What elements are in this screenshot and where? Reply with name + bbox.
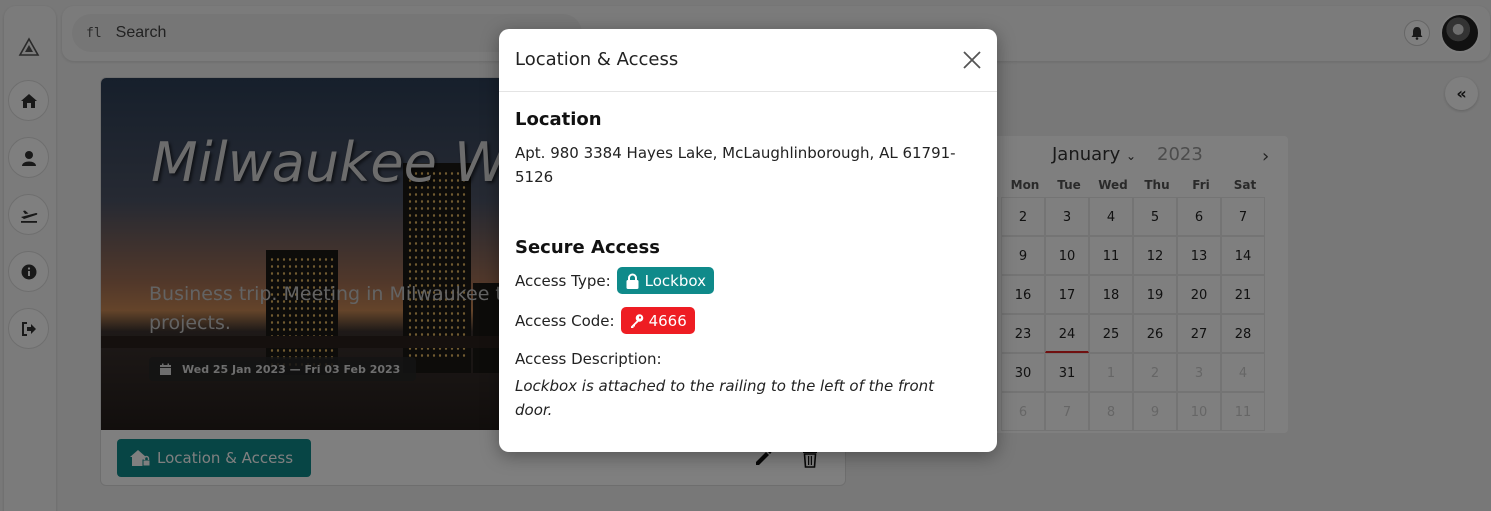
close-icon [963, 51, 981, 69]
access-code-badge: 4666 [620, 307, 695, 334]
lock-icon [626, 273, 639, 289]
access-type-badge: Lockbox [616, 267, 714, 294]
key-icon [630, 313, 643, 328]
location-access-modal: Location & Access Location Apt. 980 3384… [499, 29, 997, 452]
location-address: Apt. 980 3384 Hayes Lake, McLaughlinboro… [515, 144, 956, 186]
access-description-label: Access Description: [515, 350, 662, 368]
close-button[interactable] [961, 49, 983, 71]
access-type-value: Lockbox [644, 271, 706, 290]
access-description: Lockbox is attached to the railing to th… [515, 377, 935, 419]
access-code-value: 4666 [648, 311, 687, 330]
access-code-row: Access Code: 4666 [515, 307, 695, 334]
secure-access-heading: Secure Access [515, 237, 660, 258]
location-heading: Location [515, 109, 602, 130]
modal-title: Location & Access [515, 49, 679, 70]
access-type-label: Access Type: [515, 271, 611, 290]
modal-header: Location & Access [499, 29, 997, 92]
access-type-row: Access Type: Lockbox [515, 267, 714, 294]
access-code-label: Access Code: [515, 311, 615, 330]
